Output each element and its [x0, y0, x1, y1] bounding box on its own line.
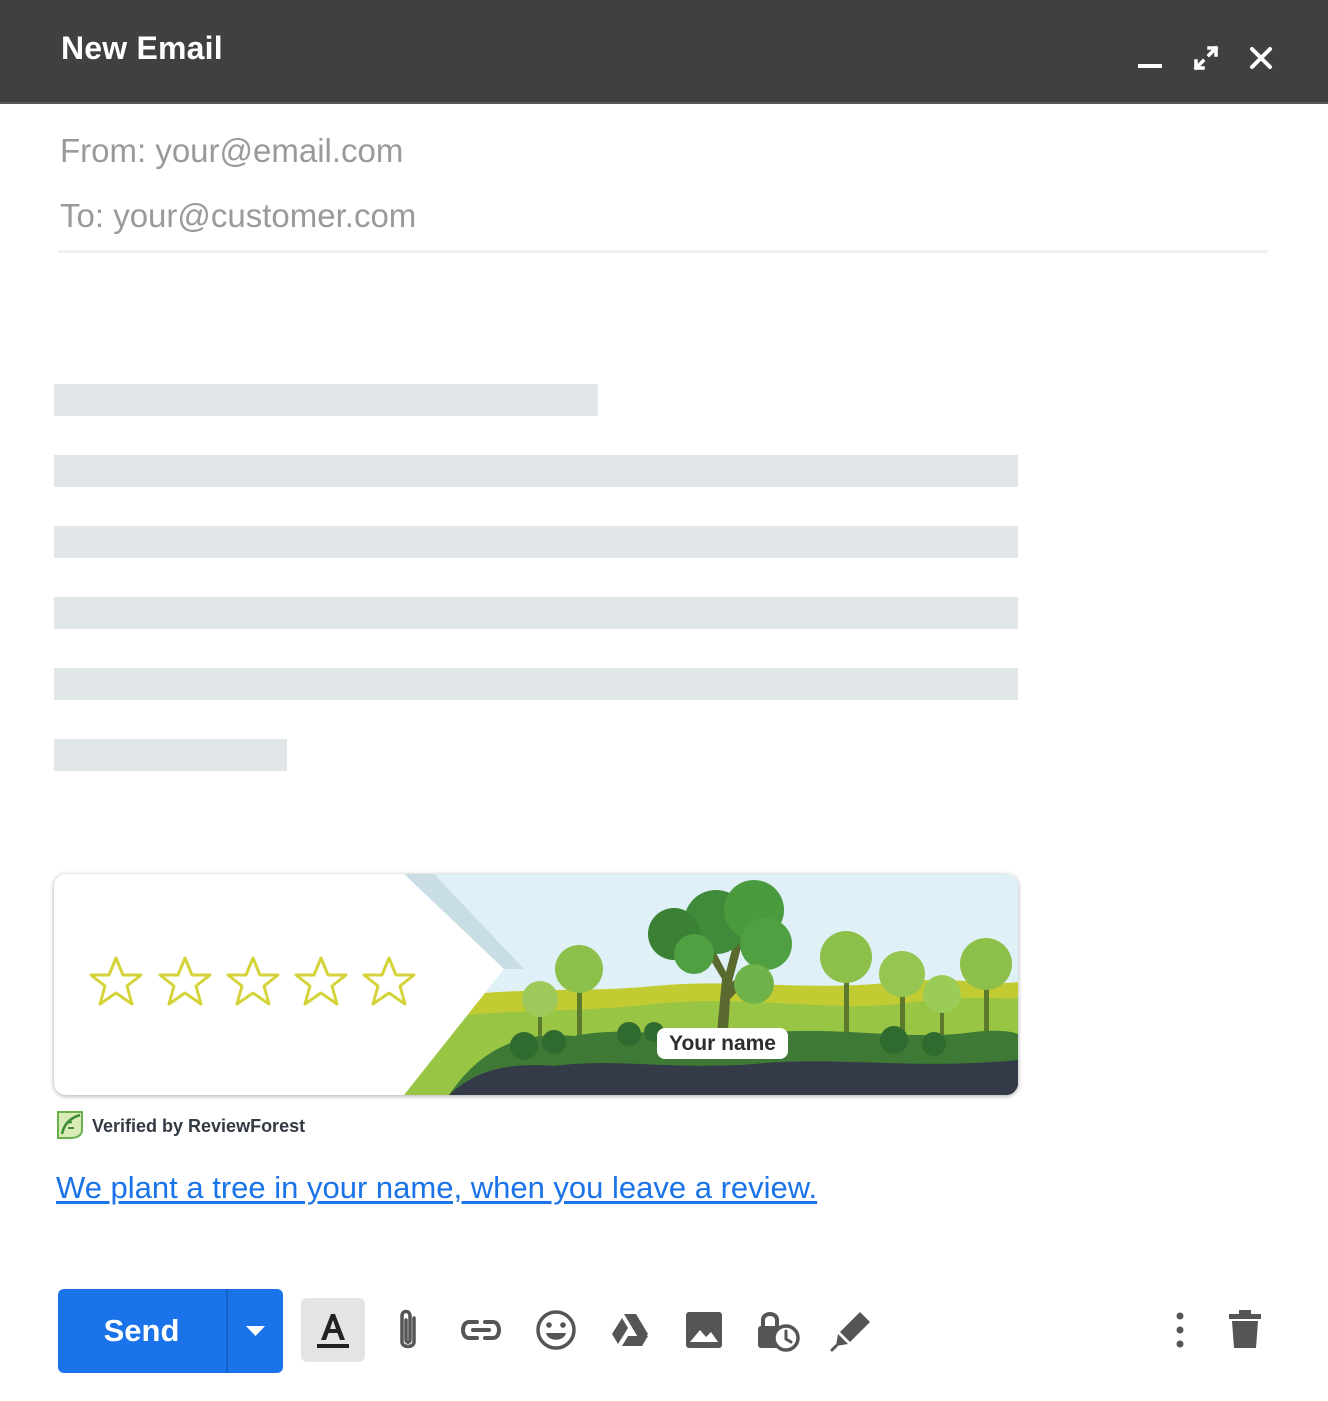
chevron-down-icon — [246, 1326, 265, 1336]
send-options-button[interactable] — [228, 1289, 283, 1373]
leaf-icon — [54, 1108, 86, 1142]
delete-icon[interactable] — [1213, 1298, 1277, 1362]
placeholder-line — [54, 526, 1018, 558]
send-button-group[interactable]: Send — [58, 1289, 283, 1373]
minimize-icon[interactable] — [1132, 40, 1168, 76]
more-options-icon[interactable] — [1148, 1298, 1212, 1362]
compose-title-bar: New Email — [0, 0, 1328, 104]
send-button[interactable]: Send — [58, 1289, 225, 1373]
formatting-icon[interactable] — [301, 1298, 365, 1362]
placeholder-line — [54, 668, 1018, 700]
expand-icon[interactable] — [1188, 40, 1224, 76]
link-icon[interactable] — [449, 1298, 513, 1362]
attach-icon[interactable] — [376, 1298, 440, 1362]
placeholder-line — [54, 739, 287, 771]
from-field[interactable]: From: your@email.com — [60, 132, 403, 170]
placeholder-line — [54, 384, 598, 416]
signature-icon[interactable] — [820, 1298, 884, 1362]
forest-illustration — [54, 874, 1018, 1095]
emoji-icon[interactable] — [524, 1298, 588, 1362]
your-name-label: Your name — [657, 1028, 788, 1059]
header-divider — [58, 250, 1268, 253]
placeholder-line — [54, 455, 1018, 487]
plant-tree-link[interactable]: We plant a tree in your name, when you l… — [56, 1170, 817, 1206]
verified-by-text: Verified by ReviewForest — [92, 1116, 306, 1136]
drive-icon[interactable] — [598, 1298, 662, 1362]
review-banner[interactable] — [54, 874, 1018, 1095]
close-icon[interactable] — [1243, 40, 1279, 76]
placeholder-line — [54, 597, 1018, 629]
to-field[interactable]: To: your@customer.com — [60, 197, 416, 235]
photo-icon[interactable] — [672, 1298, 736, 1362]
confidential-icon[interactable] — [746, 1298, 810, 1362]
window-title: New Email — [61, 30, 223, 66]
